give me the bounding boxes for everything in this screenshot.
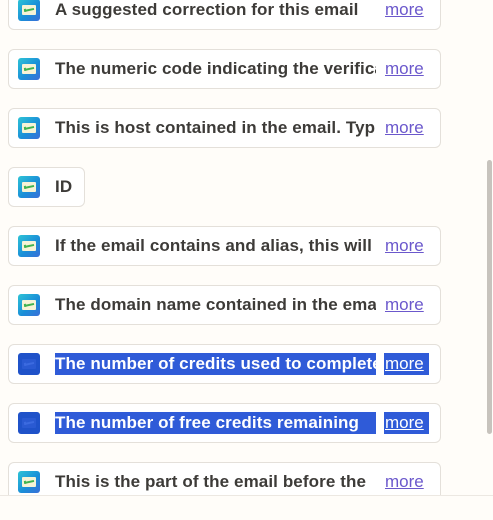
- field-item-domain[interactable]: The domain name contained in the email m…: [8, 285, 441, 325]
- email-app-icon: [18, 58, 40, 80]
- field-item-suggested-correction[interactable]: A suggested correction for this email mo…: [8, 0, 441, 30]
- more-link[interactable]: more: [384, 117, 425, 139]
- scrollbar-thumb[interactable]: [487, 160, 492, 434]
- email-app-icon: [18, 294, 40, 316]
- panel-footer-divider: [0, 495, 493, 520]
- field-item-label: If the email contains and alias, this wi…: [55, 236, 372, 255]
- field-item-label: The number of credits used to complete: [55, 353, 376, 375]
- more-link[interactable]: more: [384, 471, 425, 493]
- more-link[interactable]: more: [384, 353, 429, 375]
- more-link[interactable]: more: [384, 58, 425, 80]
- vertical-scrollbar[interactable]: [485, 0, 493, 520]
- more-link[interactable]: more: [384, 0, 425, 21]
- field-item-label: The number of free credits remaining: [55, 412, 376, 434]
- field-item-free-credits[interactable]: The number of free credits remaining mor…: [8, 403, 441, 443]
- field-item-label: This is host contained in the email. Typ…: [55, 118, 376, 137]
- more-link[interactable]: more: [384, 235, 425, 257]
- email-app-icon: [18, 176, 40, 198]
- more-link[interactable]: more: [384, 412, 429, 434]
- field-item-credits-used[interactable]: The number of credits used to complete m…: [8, 344, 441, 384]
- field-item-label: This is the part of the email before the: [55, 472, 366, 491]
- email-app-icon: [18, 235, 40, 257]
- field-item-label: A suggested correction for this email: [55, 0, 359, 19]
- field-list-panel: A suggested correction for this email mo…: [0, 0, 493, 520]
- field-item-label: The numeric code indicating the verifica…: [55, 59, 376, 78]
- email-app-icon: [18, 412, 40, 434]
- field-item-host[interactable]: This is host contained in the email. Typ…: [8, 108, 441, 148]
- email-app-icon: [18, 353, 40, 375]
- email-app-icon: [18, 117, 40, 139]
- more-link[interactable]: more: [384, 294, 425, 316]
- field-item-label: The domain name contained in the email: [55, 295, 376, 314]
- field-item-alias[interactable]: If the email contains and alias, this wi…: [8, 226, 441, 266]
- field-item-label: ID: [55, 177, 73, 196]
- field-item-verification-status[interactable]: The numeric code indicating the verifica…: [8, 49, 441, 89]
- field-item-id[interactable]: ID: [8, 167, 85, 207]
- email-app-icon: [18, 471, 40, 493]
- email-app-icon: [18, 0, 40, 21]
